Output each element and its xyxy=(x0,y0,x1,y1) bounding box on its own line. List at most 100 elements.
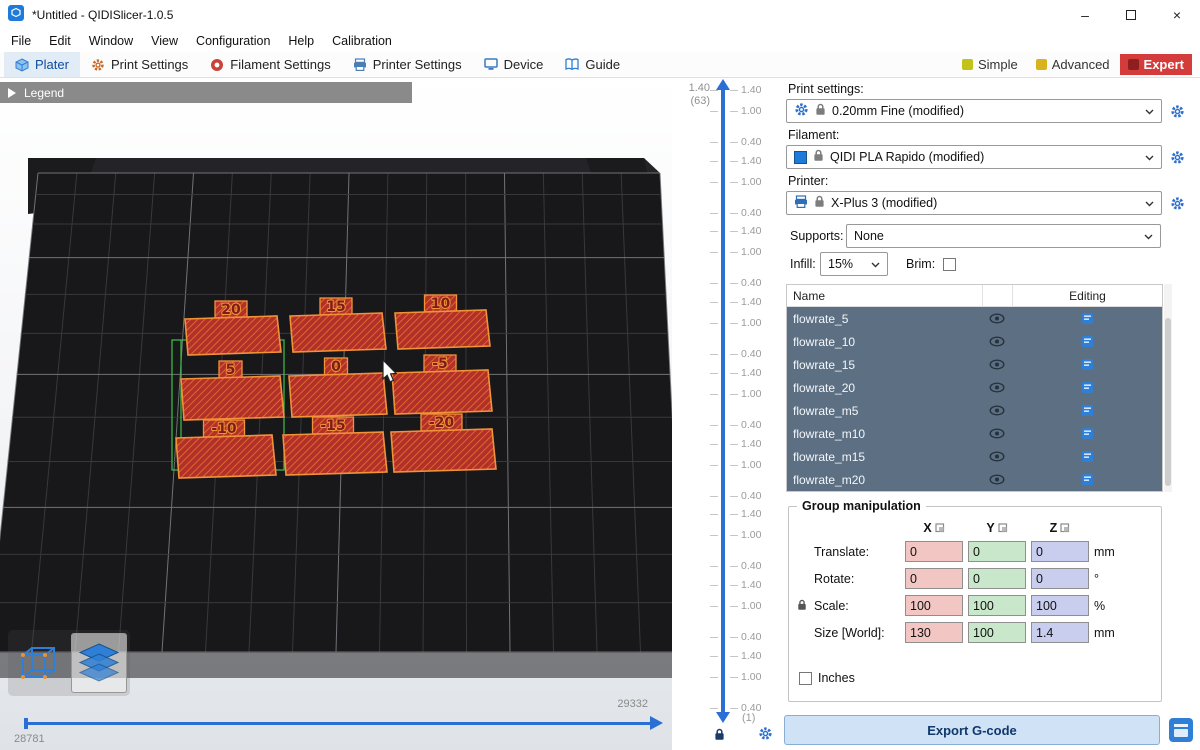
z-value-input[interactable]: 0 xyxy=(1031,568,1089,589)
slider-settings-button[interactable] xyxy=(758,726,773,746)
y-value-input[interactable]: 100 xyxy=(968,595,1026,616)
mode-expert[interactable]: Expert xyxy=(1120,54,1192,75)
object-editing-button[interactable] xyxy=(1012,473,1162,486)
object-editing-button[interactable] xyxy=(1012,358,1162,371)
menu-calibration[interactable]: Calibration xyxy=(323,32,401,50)
preview-view-button[interactable] xyxy=(71,633,127,693)
chevron-down-icon xyxy=(1145,201,1154,207)
printer-status-icon xyxy=(1168,716,1194,744)
infill-combo[interactable]: 15% xyxy=(820,252,888,276)
maximize-button[interactable] xyxy=(1108,0,1154,30)
viewport-3d[interactable]: 20151050-5-10-15-20 Legend 29332 28781 xyxy=(0,78,672,750)
toggle-visibility-button[interactable] xyxy=(982,313,1012,324)
layer-tick-label: 1.00 xyxy=(741,105,761,117)
layer-tick-label: 1.00 xyxy=(741,246,761,258)
hslider-arrow-icon[interactable] xyxy=(650,716,663,730)
toggle-visibility-button[interactable] xyxy=(982,451,1012,462)
patch-number-label: -20 xyxy=(429,415,455,431)
object-row[interactable]: flowrate_m15 xyxy=(787,445,1162,468)
object-editing-button[interactable] xyxy=(1012,312,1162,325)
object-row[interactable]: flowrate_20 xyxy=(787,376,1162,399)
editor-view-button[interactable] xyxy=(11,633,67,693)
filament-gear-button[interactable] xyxy=(1170,150,1185,165)
export-gcode-button[interactable]: Export G-code xyxy=(784,715,1160,745)
menu-file[interactable]: File xyxy=(2,32,40,50)
x-value-input[interactable]: 0 xyxy=(905,568,963,589)
toggle-visibility-button[interactable] xyxy=(982,336,1012,347)
toggle-visibility-button[interactable] xyxy=(982,428,1012,439)
vertical-layer-slider[interactable] xyxy=(721,90,725,712)
close-button[interactable]: × xyxy=(1154,0,1200,30)
name-column-header: Name xyxy=(787,289,982,303)
tab-print-settings[interactable]: Print Settings xyxy=(80,52,199,77)
eye-icon xyxy=(989,451,1005,462)
z-value-input[interactable]: 1.4 xyxy=(1031,622,1089,643)
tab-filament-settings[interactable]: Filament Settings xyxy=(199,52,341,77)
object-editing-button[interactable] xyxy=(1012,427,1162,440)
layer-slider-up-arrow-icon[interactable] xyxy=(716,79,730,90)
menu-configuration[interactable]: Configuration xyxy=(187,32,279,50)
titlebar: *Untitled - QIDISlicer-1.0.5 – × xyxy=(0,0,1200,30)
mode-advanced[interactable]: Advanced xyxy=(1028,54,1118,75)
mode-label: Expert xyxy=(1144,57,1184,72)
object-row[interactable]: flowrate_15 xyxy=(787,353,1162,376)
menu-view[interactable]: View xyxy=(142,32,187,50)
inches-checkbox[interactable] xyxy=(799,672,812,685)
object-editing-button[interactable] xyxy=(1012,404,1162,417)
hslider-handle[interactable] xyxy=(24,718,28,729)
layer-slider-handle[interactable] xyxy=(716,712,730,723)
object-row[interactable]: flowrate_m10 xyxy=(787,422,1162,445)
scrollbar-thumb[interactable] xyxy=(1165,318,1171,486)
printer-combo[interactable]: X-Plus 3 (modified) xyxy=(786,191,1162,215)
y-value-input[interactable]: 0 xyxy=(968,541,1026,562)
legend-toggle[interactable]: Legend xyxy=(0,82,412,103)
object-editing-button[interactable] xyxy=(1012,450,1162,463)
tab-device[interactable]: Device xyxy=(473,52,555,77)
unit-label: % xyxy=(1094,599,1124,613)
x-value-input[interactable]: 0 xyxy=(905,541,963,562)
object-row[interactable]: flowrate_10 xyxy=(787,330,1162,353)
menu-help[interactable]: Help xyxy=(279,32,323,50)
object-editing-button[interactable] xyxy=(1012,381,1162,394)
group-row-label: Size [World]: xyxy=(814,626,900,640)
toggle-visibility-button[interactable] xyxy=(982,405,1012,416)
minimize-button[interactable]: – xyxy=(1062,0,1108,30)
menu-edit[interactable]: Edit xyxy=(40,32,80,50)
z-value-input[interactable]: 100 xyxy=(1031,595,1089,616)
menu-window[interactable]: Window xyxy=(80,32,142,50)
group-row-label: Scale: xyxy=(814,599,900,613)
filament-combo[interactable]: QIDI PLA Rapido (modified) xyxy=(786,145,1162,169)
toggle-visibility-button[interactable] xyxy=(982,359,1012,370)
object-name: flowrate_20 xyxy=(787,381,982,395)
object-row[interactable]: flowrate_5 xyxy=(787,307,1162,330)
object-row[interactable]: flowrate_m20 xyxy=(787,468,1162,491)
tab-plater[interactable]: Plater xyxy=(4,52,80,77)
z-value-input[interactable]: 0 xyxy=(1031,541,1089,562)
supports-combo[interactable]: None xyxy=(846,224,1161,248)
layer-tick-label: 1.40 xyxy=(741,84,761,96)
object-list-scrollbar[interactable] xyxy=(1164,284,1172,492)
brim-checkbox[interactable] xyxy=(943,258,956,271)
hslider-track[interactable] xyxy=(25,722,652,725)
x-value-input[interactable]: 130 xyxy=(905,622,963,643)
tab-label: Device xyxy=(504,57,544,72)
mode-simple[interactable]: Simple xyxy=(954,54,1026,75)
object-editing-button[interactable] xyxy=(1012,335,1162,348)
y-value-input[interactable]: 0 xyxy=(968,568,1026,589)
print-settings-combo[interactable]: 0.20mm Fine (modified) xyxy=(786,99,1162,123)
x-value-input[interactable]: 100 xyxy=(905,595,963,616)
slider-lock-button[interactable] xyxy=(714,728,725,746)
chevron-down-icon xyxy=(871,262,880,268)
horizontal-move-slider[interactable] xyxy=(0,716,672,732)
object-row[interactable]: flowrate_m5 xyxy=(787,399,1162,422)
y-value-input[interactable]: 100 xyxy=(968,622,1026,643)
printer-icon xyxy=(794,195,808,212)
toggle-visibility-button[interactable] xyxy=(982,382,1012,393)
print-settings-gear-button[interactable] xyxy=(1170,104,1185,119)
printer-gear-button[interactable] xyxy=(1170,196,1185,211)
printer-status-button[interactable] xyxy=(1168,716,1194,747)
tab-guide[interactable]: Guide xyxy=(554,52,631,77)
toggle-visibility-button[interactable] xyxy=(982,474,1012,485)
eye-icon xyxy=(989,405,1005,416)
tab-printer-settings[interactable]: Printer Settings xyxy=(342,52,473,77)
